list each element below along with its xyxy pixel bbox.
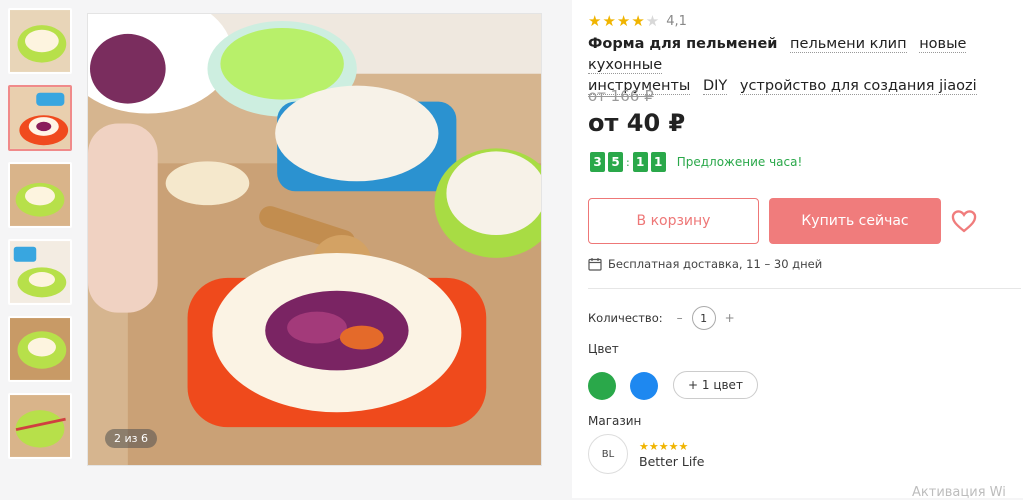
quantity-stepper: Количество: – 1 + xyxy=(588,306,744,330)
add-to-cart-button[interactable]: В корзину xyxy=(588,198,759,244)
heart-icon[interactable] xyxy=(950,207,978,235)
rating-value: 4,1 xyxy=(666,13,687,29)
buy-now-button[interactable]: Купить сейчас xyxy=(769,198,941,244)
timer-digit: 1 xyxy=(650,152,666,172)
shop-name[interactable]: Better Life xyxy=(639,454,704,469)
shop-label: Магазин xyxy=(588,414,642,428)
thumbnail-5[interactable] xyxy=(8,316,72,382)
thumbnail-2[interactable] xyxy=(8,85,72,151)
shop-rating-stars-icon: ★★★★★ xyxy=(639,440,689,453)
color-swatch-blue[interactable] xyxy=(630,372,658,400)
product-rating[interactable]: ★★★★★ 4,1 xyxy=(588,12,687,30)
old-price: от 166 ₽ xyxy=(588,87,654,105)
timer-separator: : xyxy=(626,155,630,169)
thumbnail-3[interactable] xyxy=(8,162,72,228)
delivery-text: Бесплатная доставка, 11 – 30 дней xyxy=(608,257,823,271)
timer-digit: 1 xyxy=(632,152,648,172)
title-lead: Форма для пельменей xyxy=(588,36,778,52)
rating-stars-icon: ★★★★★ xyxy=(588,12,661,30)
more-colors-button[interactable]: + 1 цвет xyxy=(673,371,758,399)
thumbnail-strip xyxy=(8,8,76,470)
delivery-info: Бесплатная доставка, 11 – 30 дней xyxy=(588,257,822,271)
current-price: от 40 ₽ xyxy=(588,109,686,137)
product-info-panel: ★★★★★ 4,1 Форма для пельменей пельмени к… xyxy=(572,0,1023,498)
color-swatch-green[interactable] xyxy=(588,372,616,400)
quantity-label: Количество: xyxy=(588,311,663,325)
main-product-image[interactable] xyxy=(87,13,542,466)
image-counter: 2 из 6 xyxy=(105,429,157,448)
thumbnail-4[interactable] xyxy=(8,239,72,305)
quantity-minus-button[interactable]: – xyxy=(677,311,683,325)
calendar-icon xyxy=(588,258,602,271)
title-tag[interactable]: устройство для создания jiaozi xyxy=(739,78,977,95)
thumbnail-6[interactable] xyxy=(8,393,72,459)
quantity-plus-button[interactable]: + xyxy=(725,311,735,325)
shop-avatar[interactable]: BL xyxy=(588,434,628,474)
quantity-value[interactable]: 1 xyxy=(691,306,716,330)
title-tag[interactable]: пельмени клип xyxy=(790,36,907,53)
title-tag[interactable]: DIY xyxy=(702,78,728,95)
timer-digit: 5 xyxy=(608,152,623,172)
color-label: Цвет xyxy=(588,342,619,356)
offer-label: Предложение часа! xyxy=(676,155,803,169)
divider xyxy=(588,288,1021,289)
countdown-timer: 3 5 : 1 1 Предложение часа! xyxy=(590,152,802,172)
thumbnail-1[interactable] xyxy=(8,8,72,74)
timer-digit: 3 xyxy=(590,152,605,172)
